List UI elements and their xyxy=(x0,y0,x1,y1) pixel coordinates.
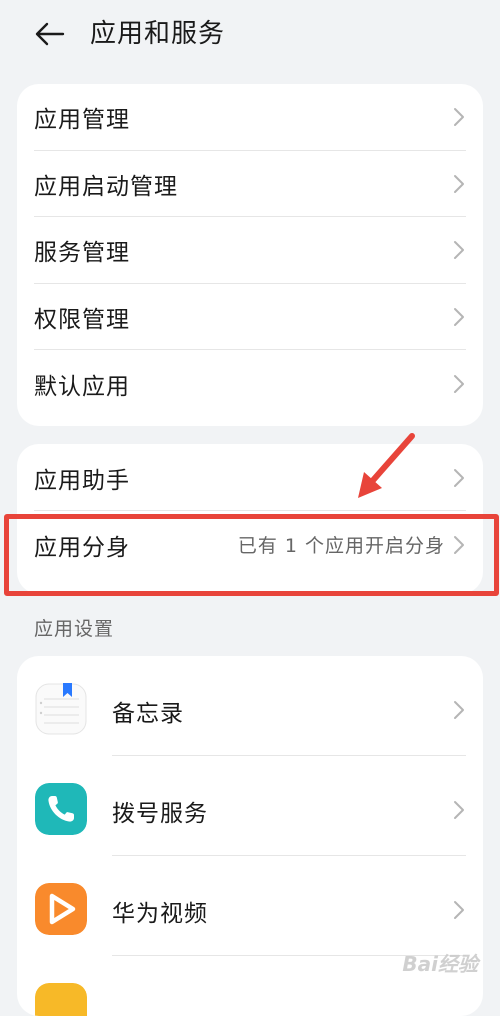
menu-item-service-management[interactable]: 服务管理 xyxy=(17,217,483,284)
chevron-right-icon xyxy=(454,535,464,554)
chevron-right-icon xyxy=(454,468,464,487)
chevron-right-icon xyxy=(454,174,464,193)
menu-item-label: 应用助手 xyxy=(34,467,130,494)
chevron-right-icon xyxy=(454,308,464,327)
menu-item-app-launch-management[interactable]: 应用启动管理 xyxy=(17,151,483,218)
menu-item-label: 权限管理 xyxy=(34,307,130,334)
watermark: Bai经验 xyxy=(402,952,478,976)
menu-item-label: 应用管理 xyxy=(34,107,130,134)
app-item-huawei-video[interactable]: 华为视频 xyxy=(17,856,483,956)
menu-item-label: 应用分身 xyxy=(34,534,130,561)
header: 应用和服务 xyxy=(0,0,500,70)
yellow-app-icon xyxy=(35,983,87,1016)
chevron-right-icon xyxy=(454,801,464,819)
video-icon xyxy=(35,883,87,935)
page-title: 应用和服务 xyxy=(90,19,226,49)
chevron-right-icon xyxy=(454,108,464,127)
app-item-dialer[interactable]: 拨号服务 xyxy=(17,756,483,856)
menu-item-permission-management[interactable]: 权限管理 xyxy=(17,284,483,351)
menu-item-label: 应用启动管理 xyxy=(34,173,178,200)
menu-item-label: 服务管理 xyxy=(34,240,130,267)
back-button[interactable] xyxy=(28,14,72,54)
menu-item-app-assistant[interactable]: 应用助手 xyxy=(17,444,483,511)
app-item-label: 备忘录 xyxy=(112,701,184,727)
menu-item-app-management[interactable]: 应用管理 xyxy=(17,84,483,151)
memo-icon xyxy=(35,683,87,735)
settings-group-2: 应用助手 应用分身 已有 1 个应用开启分身 xyxy=(17,444,483,594)
menu-item-default-apps[interactable]: 默认应用 xyxy=(17,350,483,417)
menu-item-app-twin[interactable]: 应用分身 已有 1 个应用开启分身 xyxy=(17,511,483,578)
app-twin-status: 已有 1 个应用开启分身 xyxy=(237,535,445,557)
app-item-memo[interactable]: 备忘录 xyxy=(17,656,483,756)
phone-icon xyxy=(35,783,87,835)
chevron-right-icon xyxy=(454,701,464,719)
chevron-right-icon xyxy=(454,374,464,393)
chevron-right-icon xyxy=(454,241,464,260)
app-item-label: 华为视频 xyxy=(112,901,208,927)
section-title-app-settings: 应用设置 xyxy=(34,618,115,640)
menu-item-label: 默认应用 xyxy=(34,373,130,400)
app-item-label: 拨号服务 xyxy=(112,801,208,827)
chevron-right-icon xyxy=(454,901,464,919)
back-arrow-icon xyxy=(35,22,65,46)
settings-group-1: 应用管理 应用启动管理 服务管理 权限管理 默认应用 xyxy=(17,84,483,426)
